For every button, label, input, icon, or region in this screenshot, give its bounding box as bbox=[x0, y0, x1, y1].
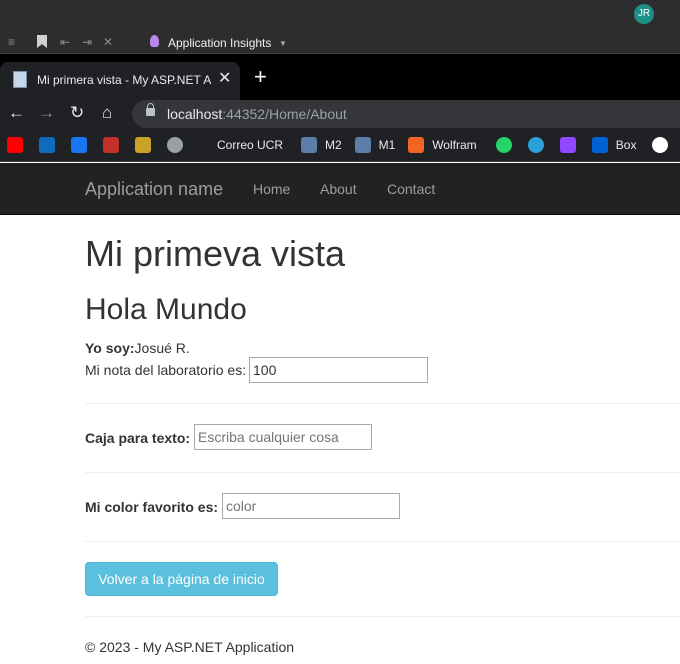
close-icon[interactable]: ✕ bbox=[218, 70, 231, 88]
bookmark-label: Box bbox=[615, 138, 637, 152]
wolfram-icon bbox=[408, 137, 425, 153]
ide-toolbar: ≡ ⇤ ⇥ ✕ Application Insights ▼ bbox=[0, 30, 680, 54]
application-insights-button[interactable]: Application Insights bbox=[168, 36, 271, 50]
divider bbox=[85, 616, 680, 617]
brand-link[interactable]: Application name bbox=[85, 179, 223, 200]
facebook-icon bbox=[71, 137, 87, 153]
nav-home[interactable]: Home bbox=[253, 181, 290, 197]
moodle-icon bbox=[354, 137, 371, 153]
clear-bookmarks-icon[interactable]: ✕ bbox=[103, 35, 113, 49]
bookmark-icon[interactable] bbox=[37, 35, 47, 48]
movie-icon bbox=[135, 137, 151, 153]
color-input[interactable] bbox=[222, 493, 400, 519]
comment-icon[interactable]: ≡ bbox=[8, 35, 15, 49]
reload-icon[interactable]: ↻ bbox=[70, 102, 84, 124]
twitch-icon bbox=[559, 137, 576, 153]
lightbulb-icon bbox=[150, 35, 159, 47]
prev-bookmark-icon[interactable]: ⇤ bbox=[60, 35, 70, 49]
footer-text: © 2023 - My ASP.NET Application bbox=[85, 639, 295, 655]
box-icon bbox=[591, 137, 608, 153]
new-tab-button[interactable]: + bbox=[254, 66, 267, 88]
edge-icon bbox=[167, 137, 183, 153]
divider bbox=[85, 472, 680, 473]
nav-about[interactable]: About bbox=[320, 181, 357, 197]
tab-title: Mi primera vista - My ASP.NET Applicatio… bbox=[37, 73, 212, 87]
page-title: Mi primeva vista bbox=[85, 233, 346, 274]
forward-icon[interactable]: → bbox=[38, 102, 55, 124]
outlook-icon bbox=[39, 137, 55, 153]
page-icon bbox=[13, 71, 27, 88]
back-home-button[interactable]: Volver a la página de inicio bbox=[85, 562, 278, 596]
nota-label: Mi nota del laboratorio es: bbox=[85, 362, 247, 378]
yo-soy-value: Josué R. bbox=[134, 340, 190, 356]
telegram-icon bbox=[527, 137, 544, 153]
browser-tab[interactable]: Mi primera vista - My ASP.NET Applicatio… bbox=[0, 62, 240, 100]
ide-title-area: JR bbox=[0, 0, 680, 30]
caja-label: Caja para texto: bbox=[85, 430, 191, 446]
back-icon[interactable]: ← bbox=[8, 102, 25, 124]
divider bbox=[85, 403, 680, 404]
browser-tab-bar: Mi primera vista - My ASP.NET Applicatio… bbox=[0, 54, 680, 100]
caja-input[interactable] bbox=[194, 424, 372, 450]
hd-icon bbox=[103, 137, 119, 153]
chevron-down-icon[interactable]: ▼ bbox=[279, 39, 287, 48]
yo-soy-label: Yo soy: bbox=[85, 340, 135, 356]
url-text[interactable]: localhost:44352/Home/About bbox=[167, 106, 347, 122]
user-avatar[interactable]: JR bbox=[634, 4, 654, 24]
whatsapp-icon bbox=[495, 137, 512, 153]
bookmark-label: Correo UCR bbox=[217, 138, 284, 152]
divider bbox=[85, 541, 680, 542]
github-icon bbox=[652, 137, 669, 153]
home-icon[interactable]: ⌂ bbox=[102, 102, 112, 124]
color-label: Mi color favorito es: bbox=[85, 499, 219, 515]
bookmarks-bar: Correo UCR M2 M1 Wolfram Box bbox=[0, 128, 680, 162]
youtube-icon bbox=[7, 137, 23, 153]
browser-toolbar: ← → ↻ ⌂ localhost:44352/Home/About bbox=[0, 100, 680, 128]
nav-contact[interactable]: Contact bbox=[387, 181, 435, 197]
moodle-icon bbox=[301, 137, 317, 153]
lock-icon[interactable] bbox=[146, 103, 155, 116]
page-subtitle: Hola Mundo bbox=[85, 293, 247, 326]
address-bar[interactable]: localhost:44352/Home/About bbox=[132, 100, 680, 128]
yo-soy-line: Yo soy:Josué R. bbox=[85, 340, 190, 356]
site-navbar: Application name Home About Contact bbox=[0, 163, 680, 215]
bookmark-label: M1 bbox=[378, 138, 396, 152]
nota-input[interactable] bbox=[249, 357, 428, 383]
bookmark-label: M2 bbox=[325, 138, 342, 152]
bookmark-label: Wolfram bbox=[432, 138, 477, 152]
next-bookmark-icon[interactable]: ⇥ bbox=[82, 35, 92, 49]
